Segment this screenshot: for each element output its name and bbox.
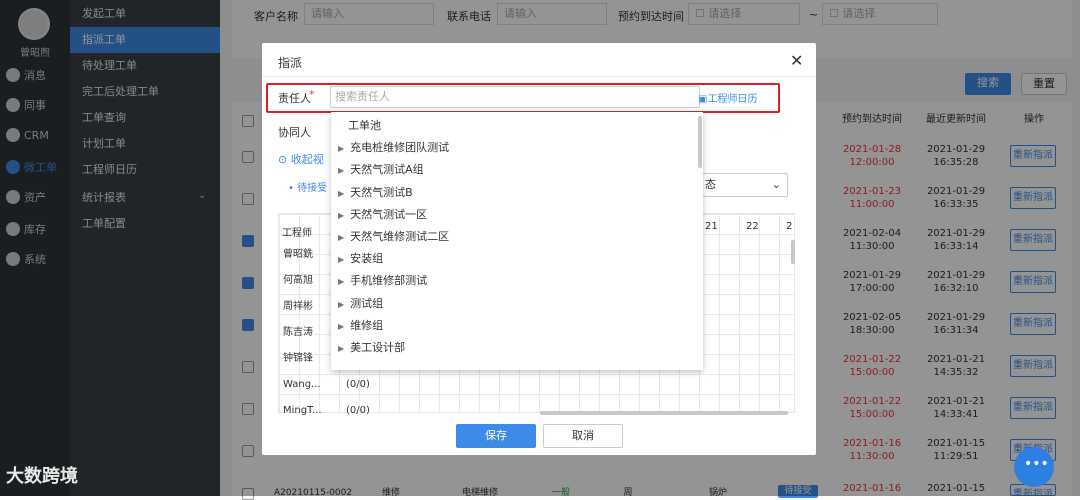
dropdown-item[interactable]: ▶ 天然气测试一区 <box>338 205 427 225</box>
engineer-count: (0/0) <box>346 379 370 390</box>
chat-icon[interactable]: ••• <box>1014 447 1054 487</box>
caret-right-icon: ▶ <box>338 233 345 242</box>
close-icon[interactable]: ✕ <box>790 51 803 70</box>
caret-right-icon: ▶ <box>338 321 345 331</box>
pending-legend: • 待接受 <box>288 183 328 194</box>
dialog-title: 指派 <box>278 56 303 70</box>
caret-right-icon: ▶ <box>338 188 345 198</box>
dropdown-item[interactable]: ▶ 充电桩维修团队测试 <box>338 138 449 158</box>
engineer-row: MingT... <box>283 405 322 416</box>
responsible-label: 责任人 <box>278 92 311 105</box>
engineer-column-header: 工程师 <box>282 228 312 239</box>
dropdown-item[interactable]: ▶ 天然气测试A组 <box>338 160 424 180</box>
dropdown-item[interactable]: ▶ 测试组 <box>338 294 383 314</box>
caret-right-icon: ▶ <box>338 210 345 220</box>
caret-right-icon: ▶ <box>338 344 345 353</box>
dropdown-item[interactable]: ▶ 天然气测试B <box>338 183 413 203</box>
grid-horizontal-scrollbar[interactable] <box>540 411 788 415</box>
grid-vertical-scrollbar[interactable] <box>791 240 795 264</box>
chevron-down-icon: ⌄ <box>771 178 781 191</box>
responsible-search-input[interactable]: 搜索责任人 <box>330 86 700 108</box>
dialog-divider <box>262 76 816 77</box>
engineer-calendar-link[interactable]: ▣工程师日历 <box>698 90 757 105</box>
dropdown-item[interactable]: ▶ 美工设计部 <box>338 338 405 358</box>
day-header: 22 <box>746 221 759 232</box>
dropdown-scrollbar[interactable] <box>698 116 702 168</box>
collapse-icon: ⊙ <box>278 153 291 166</box>
dropdown-item[interactable]: ▶ 手机维修部测试 <box>338 271 427 291</box>
required-mark: * <box>309 88 315 101</box>
caret-right-icon: ▶ <box>338 166 345 176</box>
dropdown-item[interactable]: 工单池 <box>348 116 381 136</box>
engineer-count: (0/0) <box>346 405 370 416</box>
caret-right-icon: ▶ <box>338 144 345 154</box>
dropdown-item[interactable]: ▶ 维修组 <box>338 316 383 336</box>
cancel-button[interactable]: 取消 <box>543 424 623 448</box>
watermark-logo: 大数跨境 <box>6 466 78 487</box>
day-header: 2 <box>786 221 793 232</box>
dropdown-item[interactable]: ▶ 安装组 <box>338 249 383 269</box>
save-button[interactable]: 保存 <box>456 424 536 448</box>
status-select[interactable]: 态 ⌄ <box>700 173 788 197</box>
caret-right-icon: ▶ <box>338 299 345 309</box>
engineer-row: Wang... <box>283 379 321 390</box>
day-header: 21 <box>705 221 718 232</box>
caret-right-icon: ▶ <box>338 277 345 287</box>
assistant-label: 协同人 <box>278 126 311 139</box>
dropdown-item[interactable]: ▶ 天然气维修测试二区 <box>338 227 449 247</box>
caret-right-icon: ▶ <box>338 255 345 265</box>
collapse-toggle[interactable]: ⊙ 收起视 <box>278 151 324 167</box>
